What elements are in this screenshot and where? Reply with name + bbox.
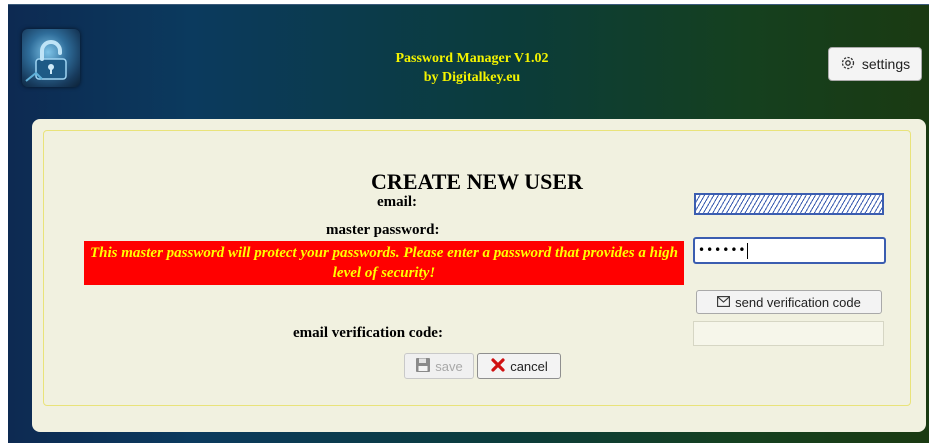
create-user-form: CREATE NEW USER email: master password: … — [43, 130, 911, 406]
gear-icon — [840, 55, 856, 74]
master-password-value: •••••• — [698, 243, 747, 257]
floppy-disk-icon — [415, 357, 431, 376]
send-verification-code-label: send verification code — [735, 294, 861, 310]
lock-icon — [22, 29, 80, 87]
envelope-icon — [717, 295, 731, 310]
email-field[interactable] — [694, 193, 884, 215]
create-user-panel: CREATE NEW USER email: master password: … — [32, 119, 926, 432]
settings-button-label: settings — [861, 56, 911, 72]
master-password-field[interactable]: •••••• — [693, 237, 886, 264]
cancel-button-label: cancel — [510, 358, 548, 374]
verification-code-label: email verification code: — [293, 325, 443, 341]
master-password-label: master password: — [326, 222, 440, 238]
app-title-author: by Digitalkey.eu — [423, 70, 521, 85]
form-heading: CREATE NEW USER — [371, 169, 583, 194]
close-icon — [490, 357, 506, 376]
password-warning: This master password will protect your p… — [84, 241, 684, 285]
send-verification-code-button[interactable]: send verification code — [696, 290, 882, 314]
settings-button[interactable]: settings — [828, 47, 922, 81]
verification-code-field[interactable] — [693, 321, 884, 346]
save-button[interactable]: save — [404, 353, 474, 379]
text-caret — [747, 242, 749, 259]
cancel-button[interactable]: cancel — [477, 353, 561, 379]
app-title-name: Password Manager V1.02 — [395, 51, 549, 66]
email-label: email: — [377, 194, 417, 210]
app-title: Password Manager V1.02 by Digitalkey.eu — [338, 49, 606, 87]
app-window: Password Manager V1.02 by Digitalkey.eu … — [8, 4, 929, 443]
save-button-label: save — [435, 358, 463, 374]
